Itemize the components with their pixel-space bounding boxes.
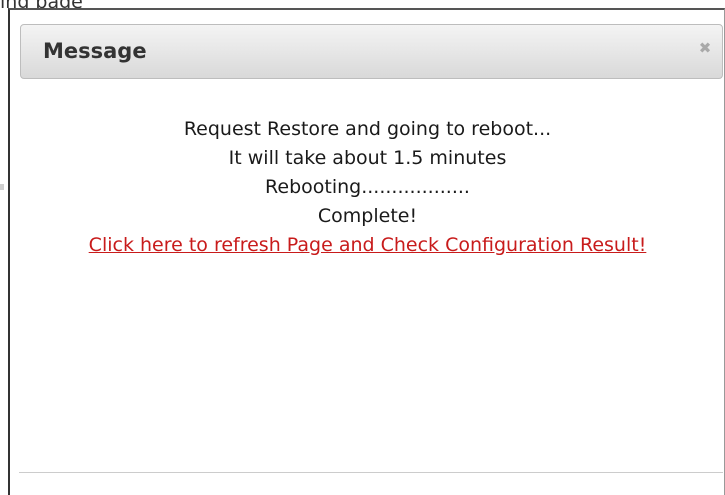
message-line-duration: It will take about 1.5 minutes xyxy=(228,147,507,169)
dialog-message: Request Restore and going to reboot... I… xyxy=(10,115,725,260)
message-line-restore: Request Restore and going to reboot... xyxy=(183,118,552,140)
close-icon[interactable]: ✖ xyxy=(696,39,714,57)
dialog-titlebar[interactable]: Message ✖ xyxy=(20,24,723,79)
refresh-result-link[interactable]: Click here to refresh Page and Check Con… xyxy=(38,231,698,260)
message-line-rebooting: Rebooting.................. xyxy=(265,176,470,198)
dialog-footer-divider xyxy=(19,472,723,473)
message-line-complete: Complete! xyxy=(317,205,418,227)
dialog-title: Message xyxy=(43,39,147,63)
message-dialog: Message ✖ Request Restore and going to r… xyxy=(8,8,725,495)
background-decoration xyxy=(0,184,4,190)
